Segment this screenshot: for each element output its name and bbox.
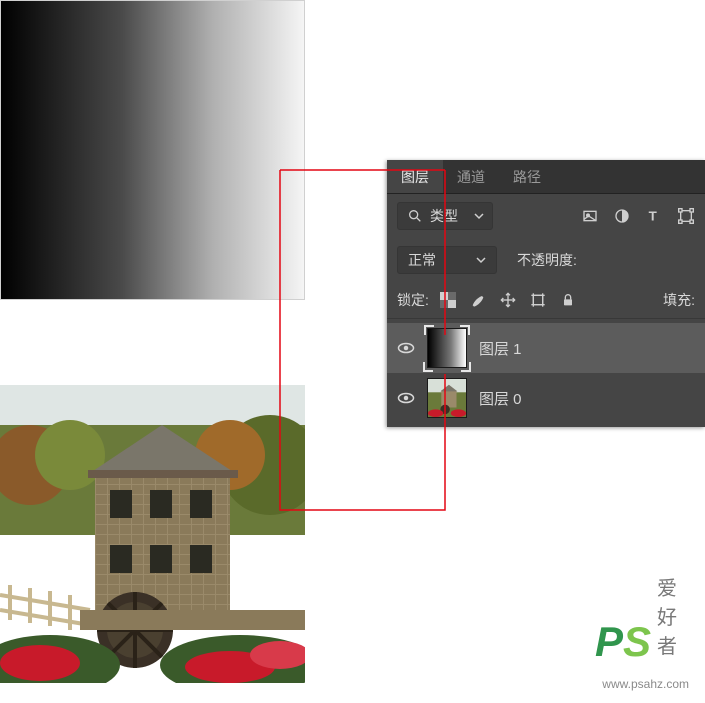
- photo-preview: [0, 385, 305, 683]
- filter-type-label: 类型: [430, 206, 458, 226]
- chevron-down-icon: [476, 252, 486, 268]
- lock-move-icon[interactable]: [499, 291, 517, 309]
- tab-channels[interactable]: 通道: [443, 160, 499, 193]
- lock-all-icon[interactable]: [559, 291, 577, 309]
- blend-mode-value: 正常: [408, 250, 436, 270]
- filter-shape-icon[interactable]: [677, 207, 695, 225]
- layer-thumbnail[interactable]: [427, 378, 467, 418]
- layer-row[interactable]: 图层 1: [387, 323, 705, 373]
- lock-label: 锁定:: [397, 290, 429, 310]
- layer-list: 图层 1 图层 0: [387, 319, 705, 427]
- gradient-preview: [0, 0, 305, 300]
- search-icon: [406, 207, 424, 225]
- visibility-toggle[interactable]: [397, 339, 415, 357]
- opacity-label: 不透明度:: [517, 250, 577, 270]
- blend-row: 正常 不透明度:: [387, 238, 705, 282]
- filter-row: 类型 T: [387, 194, 705, 238]
- svg-text:T: T: [649, 209, 657, 224]
- lock-transparent-icon[interactable]: [439, 291, 457, 309]
- watermark-text: 爱好者: [657, 572, 677, 659]
- tab-layers[interactable]: 图层: [387, 160, 443, 193]
- visibility-toggle[interactable]: [397, 389, 415, 407]
- panel-tabs: 图层 通道 路径: [387, 160, 705, 194]
- layer-name[interactable]: 图层 1: [479, 338, 522, 359]
- chevron-down-icon: [474, 208, 484, 224]
- watermark-p: P: [595, 618, 623, 665]
- filter-type-text-icon[interactable]: T: [645, 207, 663, 225]
- fill-label: 填充:: [663, 290, 695, 310]
- watermark-url: www.psahz.com: [602, 677, 689, 691]
- blend-mode-select[interactable]: 正常: [397, 246, 497, 274]
- lock-paint-icon[interactable]: [469, 291, 487, 309]
- layers-panel: 图层 通道 路径 类型 T: [387, 160, 705, 427]
- tab-paths[interactable]: 路径: [499, 160, 555, 193]
- layer-name[interactable]: 图层 0: [479, 388, 522, 409]
- filter-adjustment-icon[interactable]: [613, 207, 631, 225]
- lock-row: 锁定: 填充:: [387, 282, 705, 319]
- filter-pixel-icon[interactable]: [581, 207, 599, 225]
- filter-type-select[interactable]: 类型: [397, 202, 493, 230]
- layer-row[interactable]: 图层 0: [387, 373, 705, 423]
- watermark-s: S: [623, 618, 651, 665]
- lock-artboard-icon[interactable]: [529, 291, 547, 309]
